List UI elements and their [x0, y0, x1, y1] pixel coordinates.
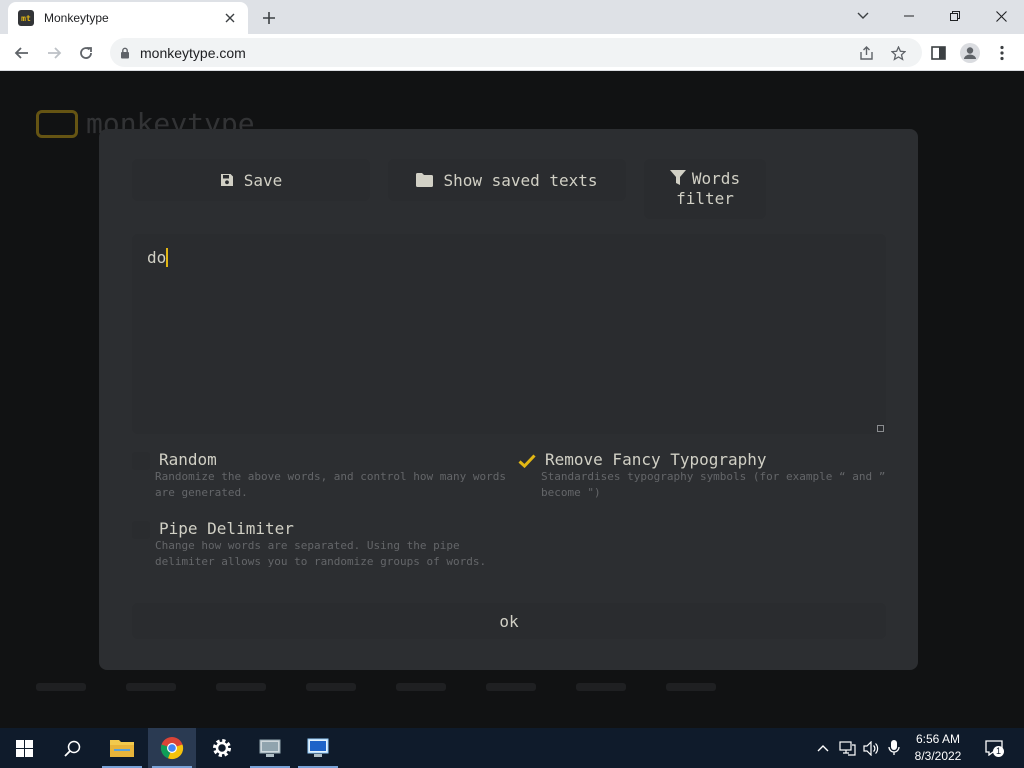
pipe-delimiter-title: Pipe Delimiter	[159, 519, 294, 538]
bookmark-star-icon[interactable]	[890, 45, 906, 61]
chrome-menu-icon[interactable]	[988, 39, 1016, 67]
tab-title: Monkeytype	[44, 11, 109, 25]
url-text: monkeytype.com	[140, 44, 246, 61]
forward-icon[interactable]	[40, 39, 68, 67]
save-icon	[220, 173, 234, 187]
network-app-icon[interactable]	[246, 728, 294, 768]
footer-links	[36, 683, 976, 695]
text-caret	[166, 248, 169, 267]
custom-text-modal: Save Show saved texts Words filter do Ra…	[99, 129, 918, 670]
resize-handle-icon[interactable]	[877, 425, 884, 432]
address-bar[interactable]: monkeytype.com	[110, 38, 922, 67]
remove-fancy-typography-option[interactable]: Remove Fancy Typography Standardises typ…	[518, 450, 898, 500]
random-option-title: Random	[159, 450, 217, 469]
save-label: Save	[243, 170, 283, 190]
pipe-delimiter-option[interactable]: Pipe Delimiter Change how words are sepa…	[132, 519, 512, 585]
close-tab-icon[interactable]	[222, 10, 238, 26]
show-saved-texts-button[interactable]: Show saved texts	[388, 159, 626, 201]
chevron-up-icon[interactable]	[814, 739, 832, 757]
custom-text-input[interactable]: do	[132, 234, 886, 434]
clock-date: 8/3/2022	[914, 749, 962, 763]
lock-icon[interactable]	[120, 47, 130, 59]
system-clock[interactable]: 6:56 AM 8/3/2022	[905, 731, 971, 765]
random-option[interactable]: Random Randomize the above words, and co…	[132, 450, 512, 500]
chrome-taskbar-icon[interactable]	[148, 728, 196, 768]
monkeytype-favicon-icon: mt	[18, 10, 34, 26]
words-filter-button[interactable]: Words filter	[644, 159, 766, 219]
browser-tab[interactable]: mt Monkeytype	[8, 2, 248, 34]
browser-toolbar: monkeytype.com	[0, 34, 1024, 71]
close-window-icon[interactable]	[978, 0, 1024, 32]
search-icon[interactable]	[48, 728, 96, 768]
restore-icon[interactable]	[932, 0, 978, 32]
file-explorer-icon[interactable]	[98, 728, 146, 768]
ok-label: ok	[499, 611, 519, 631]
custom-text-value: do	[147, 248, 167, 267]
share-icon[interactable]	[858, 45, 874, 61]
minimize-icon[interactable]	[886, 0, 932, 32]
microphone-icon[interactable]	[885, 739, 903, 757]
random-checkbox[interactable]	[132, 452, 150, 470]
network-icon[interactable]	[838, 739, 856, 757]
folder-icon	[416, 173, 434, 187]
tab-search-icon[interactable]	[840, 0, 886, 32]
clock-time: 6:56 AM	[915, 732, 961, 746]
new-tab-icon[interactable]	[258, 7, 280, 29]
keyboard-logo-icon	[36, 109, 78, 138]
show-saved-texts-label: Show saved texts	[443, 170, 598, 190]
reload-icon[interactable]	[72, 39, 100, 67]
volume-icon[interactable]	[862, 739, 880, 757]
ok-button[interactable]: ok	[132, 603, 886, 639]
profile-avatar-icon[interactable]	[956, 39, 984, 67]
notification-icon[interactable]: 1	[983, 739, 1005, 757]
remote-desktop-icon[interactable]	[294, 728, 342, 768]
notification-count: 1	[993, 746, 1004, 757]
remove-fancy-typography-title: Remove Fancy Typography	[545, 450, 767, 469]
remove-fancy-typography-description: Standardises typography symbols (for exa…	[541, 470, 886, 499]
windows-start-icon[interactable]	[0, 728, 48, 768]
side-panel-icon[interactable]	[924, 39, 952, 67]
tab-strip: mt Monkeytype	[0, 0, 1024, 34]
remove-fancy-typography-checkbox[interactable]	[518, 452, 536, 470]
back-icon[interactable]	[8, 39, 36, 67]
filter-icon	[669, 170, 686, 186]
settings-gear-icon[interactable]	[198, 728, 246, 768]
pipe-delimiter-checkbox[interactable]	[132, 521, 150, 539]
checkmark-icon	[518, 454, 536, 468]
page-content: monkeytype Save Show saved texts Words f…	[0, 71, 1024, 728]
save-button[interactable]: Save	[132, 159, 370, 201]
pipe-delimiter-description: Change how words are separated. Using th…	[155, 539, 487, 568]
taskbar: 6:56 AM 8/3/2022 1	[0, 728, 1024, 768]
random-option-description: Randomize the above words, and control h…	[155, 470, 506, 499]
